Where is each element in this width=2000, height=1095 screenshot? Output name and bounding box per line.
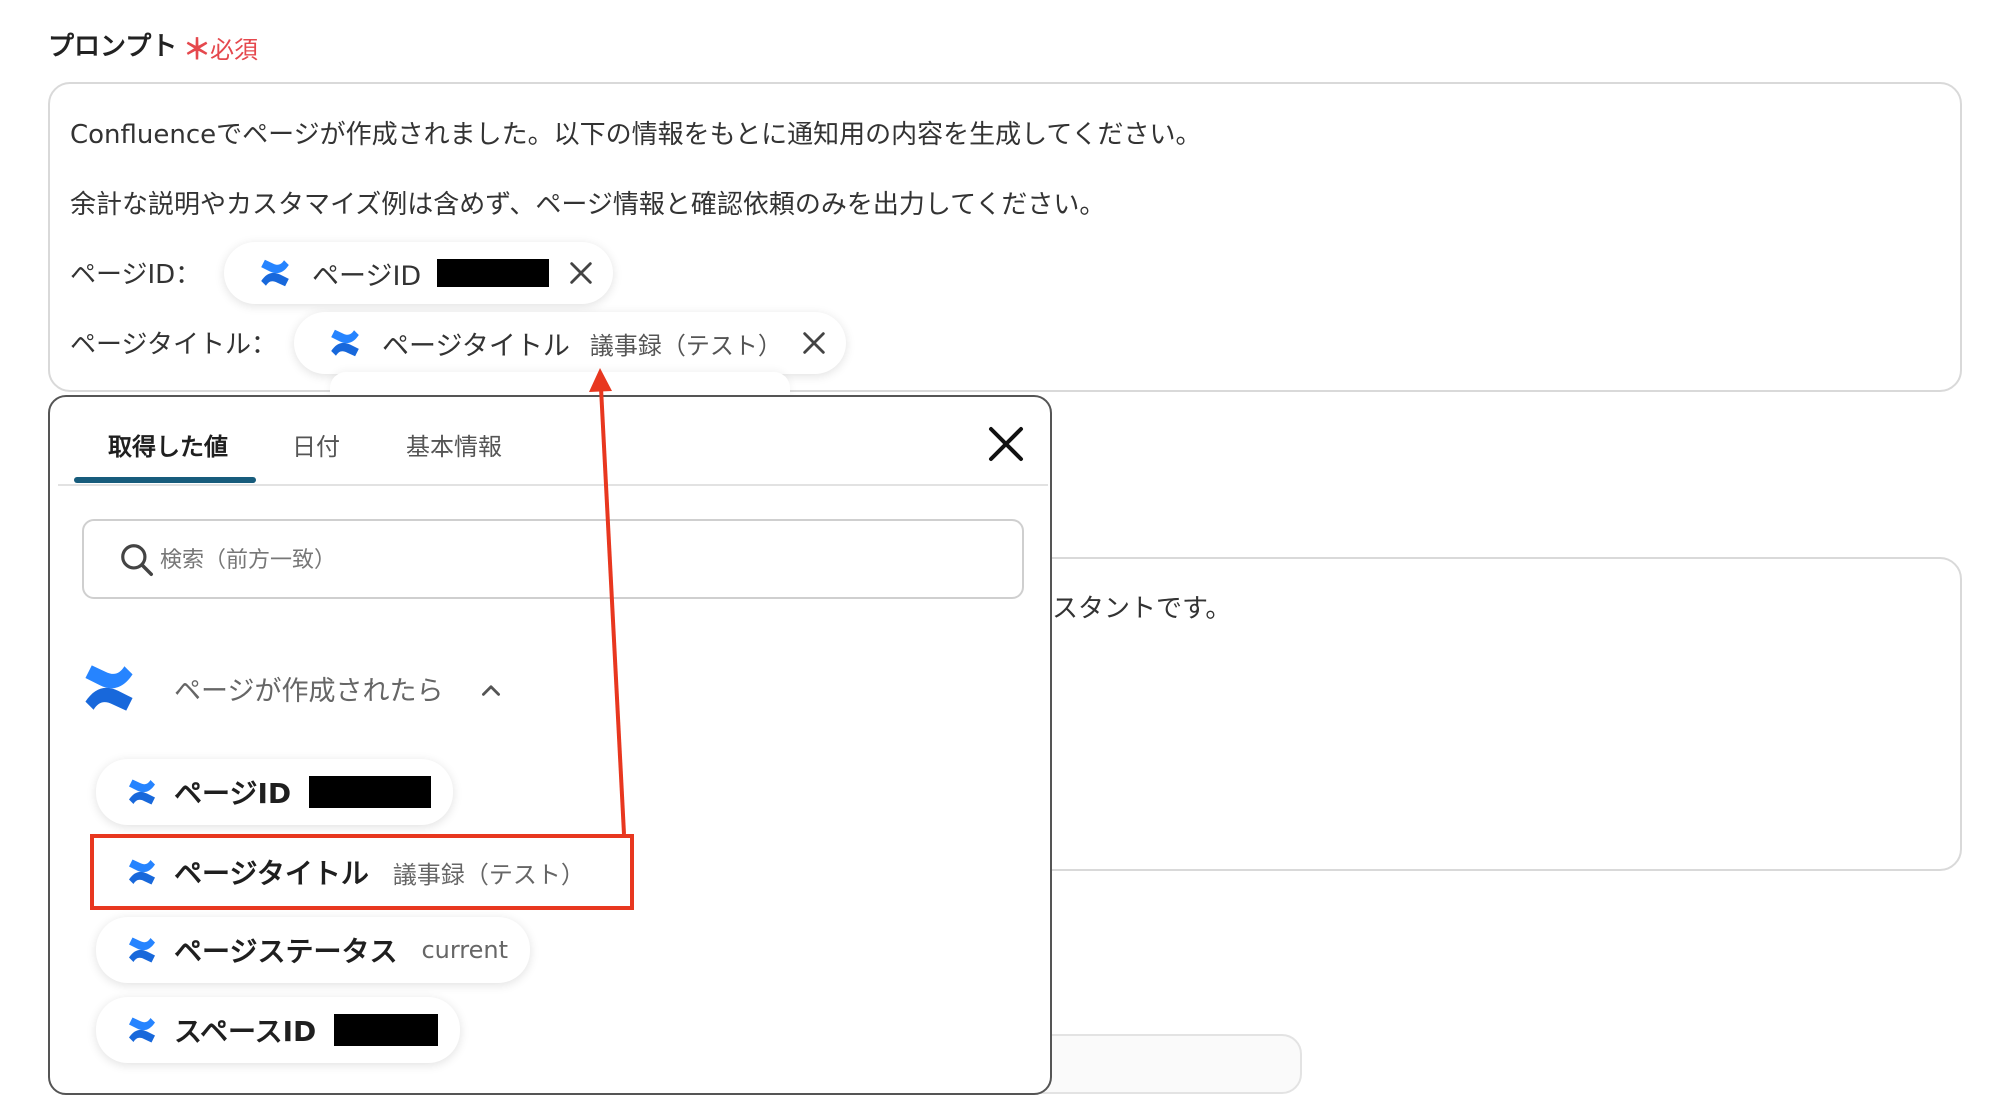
required-star: ＊ <box>183 33 212 66</box>
value-picker-popup: 取得した値 日付 基本情報 ページが作成されたら ページID ページタイトル 議… <box>48 395 1052 1095</box>
chevron-up-icon[interactable] <box>478 677 504 703</box>
redacted-value <box>309 776 432 808</box>
search-field[interactable] <box>82 519 1024 599</box>
redacted-value <box>334 1014 439 1046</box>
tab-date[interactable]: 日付 <box>292 427 340 462</box>
highlight-box <box>90 834 634 910</box>
remove-chip-icon[interactable] <box>567 259 595 287</box>
value-item-page-id[interactable]: ページID <box>96 759 454 825</box>
prompt-textarea[interactable]: Confluenceでページが作成されました。以下の情報をもとに通知用の内容を生… <box>48 82 1962 392</box>
required-label: 必須 <box>210 36 258 64</box>
prompt-line-2: 余計な説明やカスタマイズ例は含めず、ページ情報と確認依頼のみを出力してください。 <box>70 190 1106 220</box>
page-title-chip-value: 議事録（テスト） <box>589 331 782 360</box>
page-title-chip-label: ページタイトル <box>382 330 570 362</box>
page-id-chip[interactable]: ページID <box>224 242 614 304</box>
value-item-value: current <box>421 936 509 964</box>
prompt-label: プロンプト <box>48 32 178 62</box>
redacted-value <box>437 259 550 287</box>
section-title: ページが作成されたら <box>174 676 444 707</box>
value-item-page-status[interactable]: ページステータス current <box>96 917 531 983</box>
tab-retrieved-values[interactable]: 取得した値 <box>108 427 228 462</box>
value-item-label: スペースID <box>174 1015 317 1048</box>
page-title-chip[interactable]: ページタイトル 議事録（テスト） <box>294 312 846 374</box>
prompt-line-1: Confluenceでページが作成されました。以下の情報をもとに通知用の内容を生… <box>70 120 1202 150</box>
value-item-space-id[interactable]: スペースID <box>96 997 461 1063</box>
remove-chip-icon[interactable] <box>800 329 828 357</box>
system-prompt-text: スタントです。 <box>1052 594 1232 624</box>
confluence-icon <box>80 659 138 717</box>
value-item-label: ページステータス <box>174 935 398 968</box>
active-tab-indicator <box>74 477 256 483</box>
confluence-icon <box>126 934 158 966</box>
page-title-label: ページタイトル： <box>70 330 277 360</box>
search-icon <box>121 544 153 576</box>
page-id-label: ページID： <box>70 260 202 290</box>
tab-basic-info[interactable]: 基本情報 <box>406 427 502 462</box>
close-icon[interactable] <box>986 424 1026 464</box>
value-item-label: ページID <box>174 777 292 810</box>
confluence-icon <box>126 776 158 808</box>
confluence-icon <box>258 256 292 290</box>
confluence-icon <box>126 1014 158 1046</box>
tab-divider <box>58 484 1048 486</box>
search-input[interactable] <box>158 537 1002 583</box>
page-id-chip-label: ページID <box>312 260 422 292</box>
confluence-icon <box>328 326 362 360</box>
